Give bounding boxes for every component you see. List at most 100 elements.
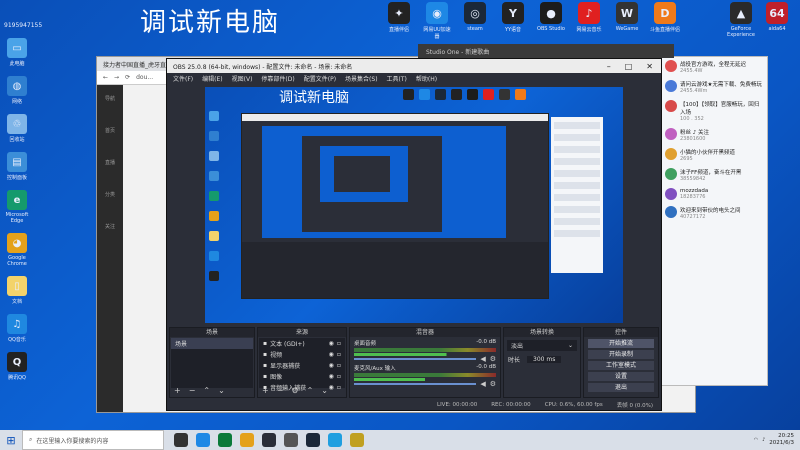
source-item[interactable]: ▪ 视频 ◉ ▫	[259, 349, 345, 360]
eye-icon[interactable]: ◉	[329, 384, 334, 391]
obs-menu-item[interactable]: 编辑(E)	[202, 74, 222, 83]
taskbar-app-icon[interactable]	[196, 433, 210, 447]
control-button[interactable]: 设置	[588, 372, 654, 381]
desktop-shortcut[interactable]: W WeGame	[612, 2, 642, 40]
duration-input[interactable]: 300 ms	[527, 356, 562, 363]
obs-preview[interactable]: 调试新电脑	[205, 87, 623, 323]
chat-panel[interactable]: 战役官方游戏，全程无延迟 2455.4W 请问云游戏★无需下载、免费畅玩 2455.4…	[660, 56, 768, 386]
down-icon[interactable]: ⌄	[218, 386, 225, 395]
taskbar-app-icon[interactable]	[262, 433, 276, 447]
lock-icon[interactable]: ▫	[337, 373, 341, 380]
chat-message[interactable]: 沫子FF频道，奋斗在开黑 38559842	[661, 165, 767, 185]
eye-icon[interactable]: ◉	[329, 351, 334, 358]
up-icon[interactable]: ⌃	[203, 386, 210, 395]
reload-icon[interactable]: ⟳	[125, 74, 130, 81]
speaker-icon[interactable]: ◀	[480, 380, 485, 388]
windows-start-icon[interactable]: ⊞	[0, 434, 22, 447]
taskbar-app-icon[interactable]	[218, 433, 232, 447]
add-icon[interactable]: +	[262, 386, 269, 395]
studio-one-titlebar[interactable]: Studio One - 新建歌曲	[418, 44, 674, 58]
browser-side-item[interactable]: 导航	[97, 95, 123, 117]
obs-menu-item[interactable]: 工具(T)	[387, 74, 407, 83]
taskbar-app-icon[interactable]	[328, 433, 342, 447]
slider-track[interactable]	[354, 358, 477, 360]
scene-item[interactable]: 场景	[171, 338, 253, 349]
desktop-shortcut[interactable]: ◎ steam	[460, 2, 490, 40]
chat-message[interactable]: mozzdada 18283776	[661, 185, 767, 203]
chat-message[interactable]: 战役官方游戏，全程无延迟 2455.4W	[661, 57, 767, 77]
browser-side-item[interactable]: 首页	[97, 127, 123, 149]
control-button[interactable]: 工作室模式	[588, 361, 654, 370]
browser-side-item[interactable]: 关注	[97, 223, 123, 245]
scenes-list[interactable]: 场景	[171, 338, 253, 388]
source-item[interactable]: ▪ 图像 ◉ ▫	[259, 371, 345, 382]
browser-side-item[interactable]: 分类	[97, 191, 123, 213]
up-icon[interactable]: ⌃	[307, 386, 314, 395]
obs-menu-item[interactable]: 停靠部件(D)	[261, 74, 294, 83]
desktop-shortcut[interactable]: ♫ QQ音乐	[2, 314, 32, 343]
gear-icon[interactable]: ⚙	[291, 386, 298, 395]
transition-select[interactable]: 淡出 ⌄	[507, 340, 577, 351]
gear-icon[interactable]: ⚙	[490, 355, 496, 363]
add-icon[interactable]: +	[174, 386, 181, 395]
desktop-shortcut[interactable]: ♪ 网易云音乐	[574, 2, 604, 40]
chat-message[interactable]: 【100】【领取】官服畅玩，回归入场 100 . 352	[661, 97, 767, 125]
remove-icon[interactable]: −	[277, 386, 284, 395]
forward-icon[interactable]: →	[114, 74, 119, 81]
desktop-shortcut[interactable]: e Microsoft Edge	[2, 190, 32, 224]
desktop-shortcut[interactable]: Y YY语音	[498, 2, 528, 40]
taskbar-app-icon[interactable]	[284, 433, 298, 447]
eye-icon[interactable]: ◉	[329, 373, 334, 380]
lock-icon[interactable]: ▫	[337, 384, 341, 391]
chat-message[interactable]: 小猫的小伙伴开黑频道 2695	[661, 145, 767, 165]
down-icon[interactable]: ⌄	[321, 386, 328, 395]
desktop-shortcut[interactable]: ● OBS Studio	[536, 2, 566, 40]
obs-menu-item[interactable]: 配置文件(P)	[304, 74, 336, 83]
volume-icon[interactable]: ♪	[762, 437, 765, 443]
obs-menu-item[interactable]: 视图(V)	[232, 74, 253, 83]
desktop-shortcut[interactable]: 64 aida64	[762, 2, 792, 38]
browser-url[interactable]: dou...	[136, 74, 153, 81]
gear-icon[interactable]: ⚙	[490, 380, 496, 388]
desktop-shortcut[interactable]: ▲ GeForce Experience	[726, 2, 756, 38]
desktop-shortcut[interactable]: ▤ 控制面板	[2, 152, 32, 181]
close-icon[interactable]: ✕	[646, 62, 653, 71]
obs-menu-item[interactable]: 帮助(H)	[416, 74, 437, 83]
control-button[interactable]: 退出	[588, 383, 654, 392]
eye-icon[interactable]: ◉	[329, 362, 334, 369]
lock-icon[interactable]: ▫	[337, 351, 341, 358]
maximize-icon[interactable]: □	[625, 62, 633, 71]
desktop-shortcut[interactable]: ▯ 文档	[2, 276, 32, 305]
source-item[interactable]: ▪ 显示器捕获 ◉ ▫	[259, 360, 345, 371]
volume-slider[interactable]: ◀ ⚙	[354, 380, 496, 388]
desktop-shortcut[interactable]: Q 腾讯QQ	[2, 352, 32, 381]
volume-slider[interactable]: ◀ ⚙	[354, 355, 496, 363]
taskbar-app-icon[interactable]	[306, 433, 320, 447]
sources-list[interactable]: ▪ 文本 (GDI+) ◉ ▫ ▪ 视频 ◉ ▫ ▪ 显示器捕获 ◉ ▫ ▪ 图像 ◉ ▫ ▪ 音频输入捕获 ◉ ▫	[259, 338, 345, 392]
obs-titlebar[interactable]: OBS 25.0.8 (64-bit, windows) - 配置文件: 未命名…	[167, 59, 661, 73]
desktop-shortcut[interactable]: ▭ 此电脑	[2, 38, 32, 67]
taskbar-app-icon[interactable]	[350, 433, 364, 447]
clock[interactable]: 20:25 2021/6/3	[769, 433, 794, 447]
chat-message[interactable]: 请问云游戏★无需下载、免费畅玩 2455.4Wm	[661, 77, 767, 97]
chat-message[interactable]: 欢迎来到带伙的电头之间 40727172	[661, 203, 767, 223]
back-icon[interactable]: ←	[103, 74, 108, 81]
taskbar-search[interactable]: ⌕ 在这里输入你要搜索的内容	[22, 430, 164, 450]
source-item[interactable]: ▪ 文本 (GDI+) ◉ ▫	[259, 338, 345, 349]
chat-message[interactable]: 粉丝 ♪ 关注 23801600	[661, 125, 767, 145]
desktop-shortcut[interactable]: ◉ 网易UU加速器	[422, 2, 452, 40]
lock-icon[interactable]: ▫	[337, 362, 341, 369]
lock-icon[interactable]: ▫	[337, 340, 341, 347]
speaker-icon[interactable]: ◀	[480, 355, 485, 363]
taskbar-app-icon[interactable]	[174, 433, 188, 447]
desktop-shortcut[interactable]: ◍ 网络	[2, 76, 32, 105]
network-icon[interactable]: ◠	[754, 437, 758, 443]
desktop-shortcut[interactable]: ◕ Google Chrome	[2, 233, 32, 267]
obs-menu-item[interactable]: 文件(F)	[173, 74, 193, 83]
desktop-shortcut[interactable]: D 斗鱼直播伴侣	[650, 2, 680, 40]
browser-side-item[interactable]: 直播	[97, 159, 123, 181]
obs-menu-item[interactable]: 场景集合(S)	[345, 74, 378, 83]
taskbar-app-icon[interactable]	[240, 433, 254, 447]
desktop-shortcut[interactable]: ♲ 回收站	[2, 114, 32, 143]
desktop-shortcut[interactable]: ✦ 直播伴侣	[384, 2, 414, 40]
